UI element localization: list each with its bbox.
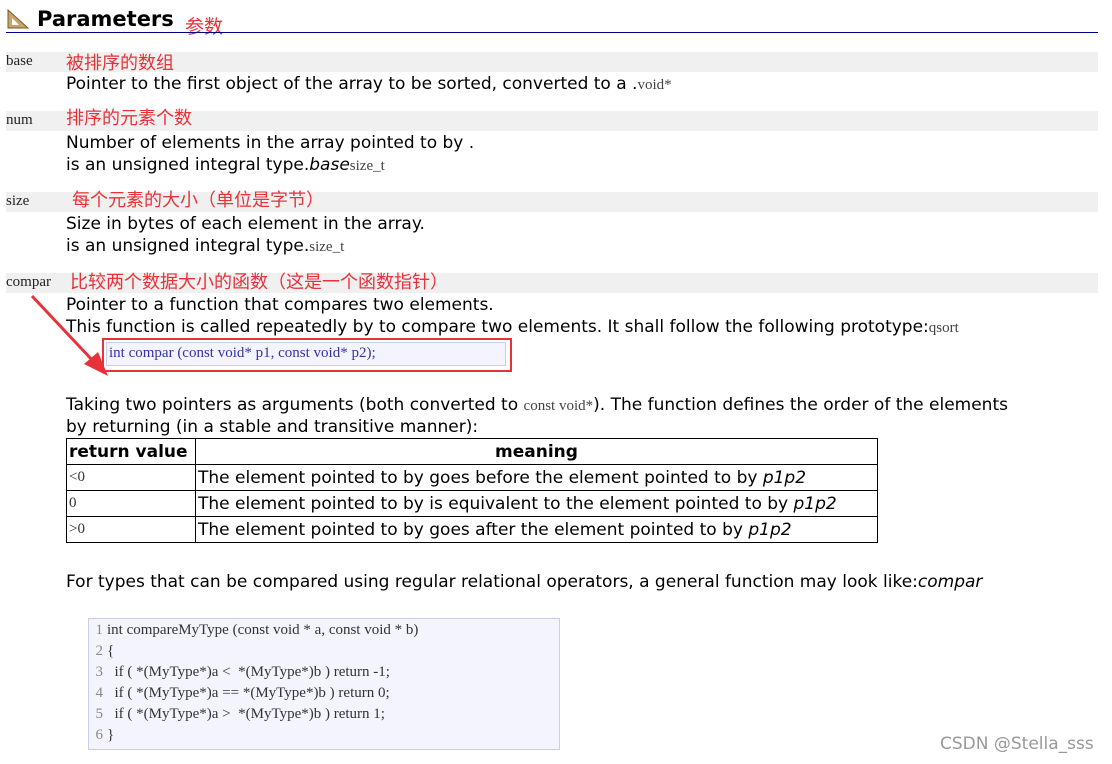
line-number: 4 — [95, 685, 104, 701]
header-meaning: meaning — [195, 438, 878, 465]
param-desc-compar-1: Pointer to a function that compares two … — [66, 295, 494, 315]
param-name-num: num — [6, 112, 33, 128]
param-note-compar: 比较两个数据大小的函数（这是一个函数指针） — [70, 272, 448, 293]
general-function-text: For types that can be compared using reg… — [66, 572, 983, 592]
row-value: 0 — [66, 490, 196, 517]
code-line: if ( *(MyType*)a == *(MyType*)b ) return… — [107, 685, 390, 701]
return-value-table: return value meaning <0 The element poin… — [66, 438, 878, 543]
code-line: { — [107, 643, 115, 659]
prototype-code: int compar (const void* p1, const void* … — [109, 345, 376, 361]
table-row: <0 The element pointed to by goes before… — [66, 464, 878, 491]
watermark: CSDN @Stella_sss — [940, 734, 1094, 754]
param-desc-compar-2: This function is called repeatedly by to… — [66, 317, 959, 337]
header-return-value: return value — [66, 438, 196, 465]
param-name-size: size — [6, 193, 30, 209]
row-meaning: The element pointed to by is equivalent … — [195, 490, 878, 517]
row-value: <0 — [66, 464, 196, 491]
line-number: 6 — [95, 727, 104, 743]
param-note-base: 被排序的数组 — [66, 53, 174, 74]
section-title: Parameters — [37, 7, 174, 31]
param-name-base: base — [6, 53, 33, 69]
param-desc-num-1: Number of elements in the array pointed … — [66, 133, 475, 153]
code-example-block: 1 int compareMyType (const void * a, con… — [88, 618, 560, 750]
param-desc-base: Pointer to the first object of the array… — [66, 74, 672, 94]
line-number: 5 — [95, 706, 104, 722]
param-desc-size-1: Size in bytes of each element in the arr… — [66, 214, 425, 234]
prototype-code-box: int compar (const void* p1, const void* … — [106, 342, 506, 366]
code-line: } — [107, 727, 115, 743]
param-name-compar: compar — [6, 274, 51, 290]
row-meaning: The element pointed to by goes before th… — [195, 464, 878, 491]
table-header-row: return value meaning — [66, 438, 878, 465]
taking-line-1: Taking two pointers as arguments (both c… — [66, 395, 1008, 415]
row-meaning: The element pointed to by goes after the… — [195, 516, 878, 543]
code-line: int compareMyType (const void * a, const… — [107, 622, 419, 638]
line-number: 3 — [95, 664, 104, 680]
line-number: 1 — [95, 622, 104, 638]
row-value: >0 — [66, 516, 196, 543]
title-annotation: 参数 — [185, 16, 224, 38]
param-desc-num-2: is an unsigned integral type.basesize_t — [66, 155, 385, 175]
ruler-triangle-icon — [7, 8, 30, 29]
taking-line-2: by returning (in a stable and transitive… — [66, 417, 479, 437]
code-line: if ( *(MyType*)a > *(MyType*)b ) return … — [107, 706, 385, 722]
line-number: 2 — [95, 643, 104, 659]
param-note-size: 每个元素的大小（单位是字节） — [72, 190, 324, 211]
param-note-num: 排序的元素个数 — [66, 108, 192, 129]
title-rule — [6, 32, 1098, 33]
table-row: >0 The element pointed to by goes after … — [66, 516, 878, 543]
table-row: 0 The element pointed to by is equivalen… — [66, 490, 878, 517]
code-line: if ( *(MyType*)a < *(MyType*)b ) return … — [107, 664, 390, 680]
param-desc-size-2: is an unsigned integral type.size_t — [66, 236, 345, 256]
